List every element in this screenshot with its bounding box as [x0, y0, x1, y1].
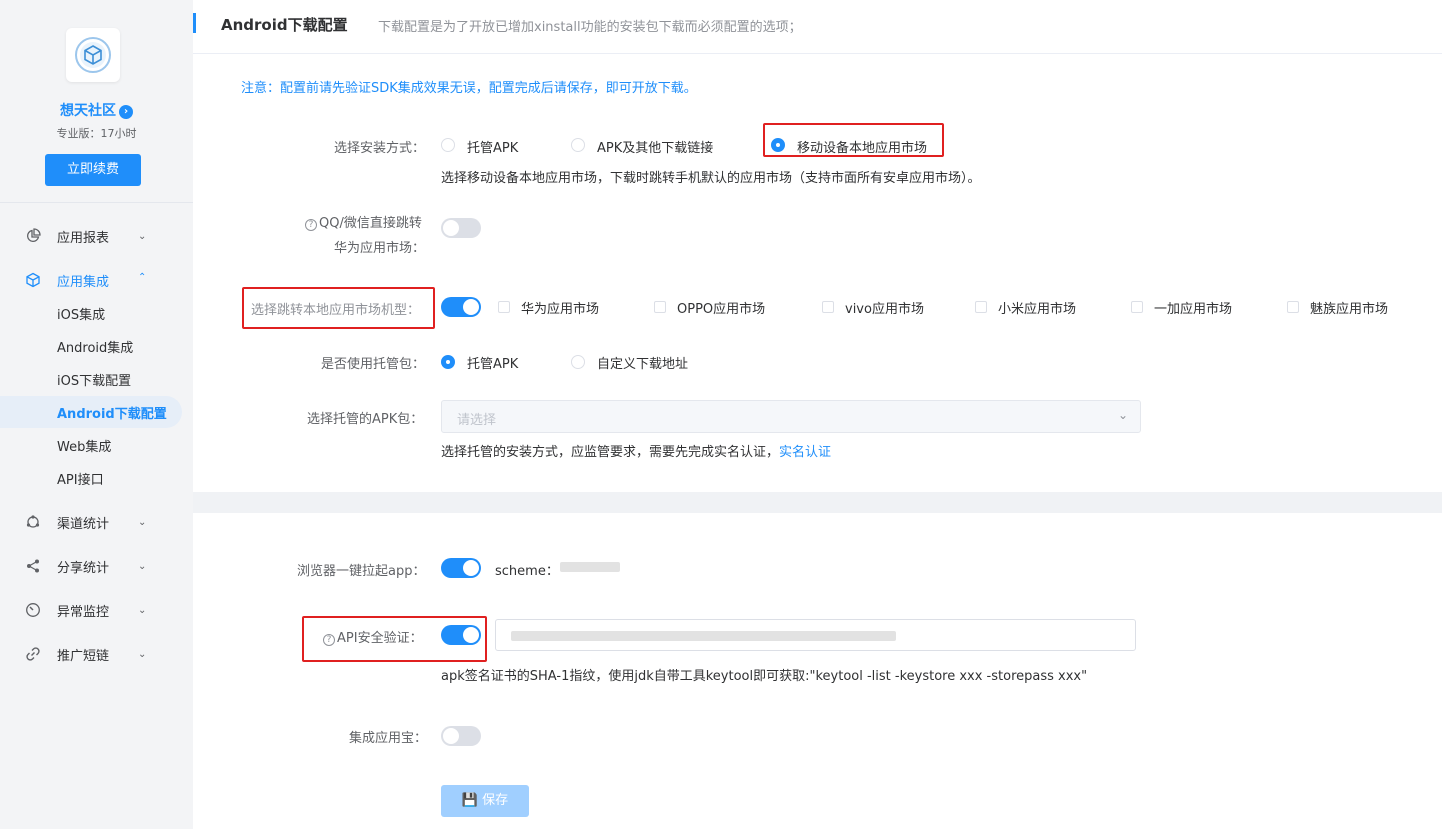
chevron-right-circle-icon[interactable]: › [119, 105, 133, 119]
sidebar-item-label: 异常监控 [57, 604, 110, 620]
chevron-down-icon: ⌄ [138, 648, 147, 660]
sidebar-item-label: 分享统计 [57, 560, 110, 576]
sidebar-subitem-ios[interactable]: iOS集成 [57, 304, 105, 323]
highlight-box [763, 123, 944, 157]
checkbox-meizu[interactable] [1287, 301, 1299, 313]
gauge-icon [26, 603, 40, 617]
help-icon[interactable]: ? [305, 219, 317, 231]
hosted-package-label: 是否使用托管包： [321, 357, 426, 372]
sha1-hint: apk签名证书的SHA-1指纹，使用jdk自带工具keytool即可获取:"ke… [441, 669, 1088, 684]
sidebar-item-label: 应用集成 [57, 274, 110, 290]
channel-icon [26, 515, 40, 528]
checkbox-xiaomi[interactable] [975, 301, 987, 313]
radio-hosted-apk[interactable] [441, 138, 455, 152]
yyb-label: 集成应用宝： [349, 731, 428, 746]
page-header: Android下载配置 下载配置是为了开放已增加xinstall功能的安装包下载… [193, 0, 1442, 54]
install-method-label: 选择安装方式： [334, 141, 426, 156]
chevron-down-icon: ⌄ [138, 560, 147, 572]
apk-select-label: 选择托管的APK包： [307, 412, 424, 427]
app-name[interactable]: 想天社区 › [0, 100, 193, 120]
highlight-box [302, 616, 487, 662]
app-name-text[interactable]: 想天社区 [60, 103, 116, 119]
apk-hint-text: 选择托管的安装方式，应监管要求，需要先完成实名认证， [441, 445, 780, 460]
install-hint: 选择移动设备本地应用市场，下载时跳转手机默认的应用市场（支持市面所有安卓应用市场… [441, 171, 981, 186]
qq-jump-label-line1: QQ/微信直接跳转 [319, 216, 422, 231]
sha1-input[interactable] [495, 619, 1136, 651]
chevron-up-icon: ⌃ [138, 272, 147, 283]
title-accent-bar [193, 13, 196, 33]
sidebar-item-label: 推广短链 [57, 648, 110, 664]
radio-label[interactable]: 托管APK [467, 353, 518, 372]
save-button[interactable]: 💾 保存 [441, 785, 529, 817]
radio-use-hosted[interactable] [441, 355, 455, 369]
radio-custom-url[interactable] [571, 355, 585, 369]
share-icon [27, 559, 39, 573]
checkbox-label[interactable]: 小米应用市场 [998, 298, 1076, 317]
radio-label[interactable]: 托管APK [467, 137, 518, 156]
sidebar-item-shortlink[interactable]: 推广短链 ⌄ [0, 636, 193, 672]
sidebar: 想天社区 › 专业版：17小时 立即续费 应用报表 ⌄ 应用集成 ⌃ iOS集成 … [0, 0, 193, 829]
highlight-box [242, 287, 435, 329]
radio-label[interactable]: 自定义下载地址 [597, 353, 688, 372]
scheme-label: scheme： [495, 564, 559, 579]
qq-jump-label-line2: 华为应用市场： [334, 241, 426, 256]
sidebar-item-channel[interactable]: 渠道统计 ⌄ [0, 504, 193, 540]
save-label: 保存 [482, 793, 509, 808]
checkbox-huawei[interactable] [498, 301, 510, 313]
sidebar-item-label: 渠道统计 [57, 516, 110, 532]
apk-select-placeholder: 请选择 [457, 413, 497, 428]
page-title: Android下载配置 [221, 16, 348, 34]
sidebar-subitem-android[interactable]: Android集成 [57, 337, 133, 356]
checkbox-label[interactable]: 华为应用市场 [521, 298, 599, 317]
app-logo [66, 28, 120, 82]
radio-label[interactable]: APK及其他下载链接 [597, 137, 713, 156]
notice-text: 注意：配置前请先验证SDK集成效果无误，配置完成后请保存，即可开放下载。 [241, 81, 697, 96]
plan-info: 专业版：17小时 [56, 127, 137, 140]
sidebar-subitem-ios-download[interactable]: iOS下载配置 [57, 370, 131, 389]
browser-launch-label: 浏览器一键拉起app： [297, 564, 426, 579]
pie-chart-icon [26, 228, 41, 243]
real-name-link[interactable]: 实名认证 [779, 445, 831, 460]
chevron-down-icon: ⌄ [138, 230, 147, 242]
yyb-switch[interactable] [441, 726, 481, 746]
sidebar-item-share[interactable]: 分享统计 ⌄ [0, 548, 193, 584]
page-description: 下载配置是为了开放已增加xinstall功能的安装包下载而必须配置的选项； [378, 20, 802, 35]
link-icon [26, 647, 40, 661]
scheme-value-redacted [560, 562, 620, 572]
cube-logo-icon [75, 37, 111, 73]
sha1-value-redacted [511, 631, 896, 641]
sidebar-item-reports[interactable]: 应用报表 ⌄ [0, 218, 193, 254]
cube-icon [26, 272, 40, 288]
checkbox-oneplus[interactable] [1131, 301, 1143, 313]
qq-jump-switch[interactable] [441, 218, 481, 238]
checkbox-vivo[interactable] [822, 301, 834, 313]
sidebar-subitem-web[interactable]: Web集成 [57, 436, 111, 455]
market-jump-switch[interactable] [441, 297, 481, 317]
checkbox-label[interactable]: OPPO应用市场 [677, 298, 765, 317]
qq-jump-label: ? QQ/微信直接跳转 [305, 212, 422, 231]
renew-button[interactable]: 立即续费 [45, 154, 141, 186]
checkbox-label[interactable]: 一加应用市场 [1154, 298, 1232, 317]
apk-select[interactable]: 请选择 ⌄ [441, 400, 1141, 433]
browser-launch-switch[interactable] [441, 558, 481, 578]
chevron-down-icon: ⌄ [138, 604, 147, 616]
save-icon: 💾 [461, 793, 479, 808]
sidebar-divider [0, 202, 193, 203]
radio-apk-link[interactable] [571, 138, 585, 152]
apk-hint: 选择托管的安装方式，应监管要求，需要先完成实名认证，实名认证 [441, 441, 831, 460]
checkbox-label[interactable]: vivo应用市场 [845, 298, 924, 317]
checkbox-label[interactable]: 魅族应用市场 [1310, 298, 1388, 317]
sidebar-subitem-android-download[interactable]: Android下载配置 [57, 403, 167, 422]
sidebar-item-monitor[interactable]: 异常监控 ⌄ [0, 592, 193, 628]
sidebar-item-label: 应用报表 [57, 230, 110, 246]
chevron-down-icon: ⌄ [138, 516, 147, 528]
checkbox-oppo[interactable] [654, 301, 666, 313]
sidebar-subitem-api[interactable]: API接口 [57, 469, 104, 488]
chevron-down-icon: ⌄ [1117, 408, 1128, 422]
sidebar-item-integration[interactable]: 应用集成 ⌃ [0, 262, 193, 298]
